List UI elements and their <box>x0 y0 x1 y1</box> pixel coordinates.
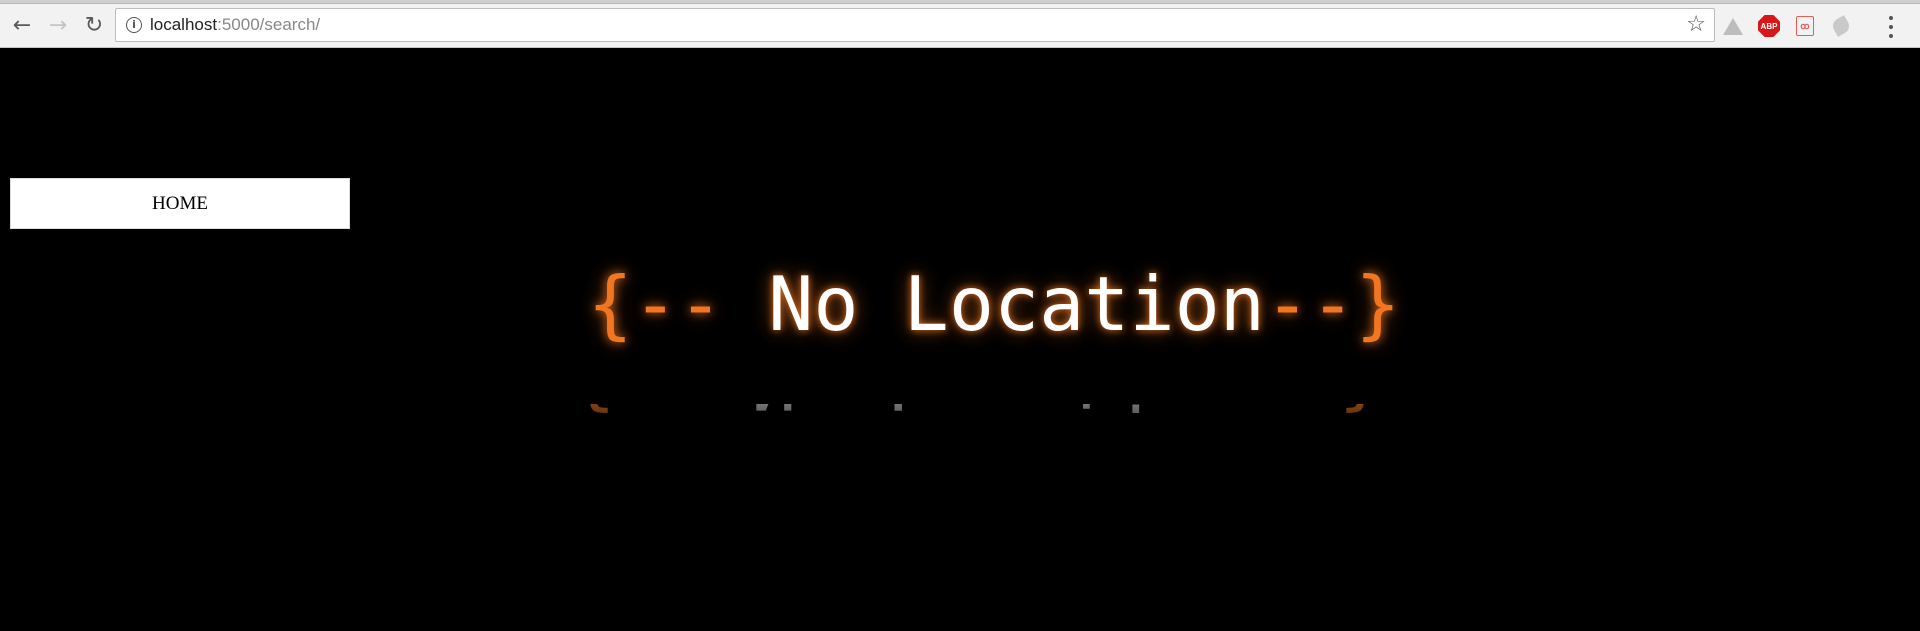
reload-icon: ↻ <box>84 13 104 38</box>
home-button[interactable]: HOME <box>10 178 350 229</box>
headline-open-brace: {-- <box>587 260 724 348</box>
drive-icon <box>1723 17 1743 35</box>
pdf-extension[interactable]: ꝏ <box>1794 15 1816 37</box>
back-arrow-icon: ← <box>12 13 32 38</box>
headline-reflection-text: {-- No Location--} <box>0 404 1920 426</box>
url-host: localhost <box>150 15 218 34</box>
adblock-extension[interactable]: ABP <box>1758 15 1780 37</box>
headline-reflection: {-- No Location--} <box>0 404 1920 454</box>
leaf-extension[interactable] <box>1830 15 1852 37</box>
reload-button[interactable]: ↻ <box>76 8 112 44</box>
bookmark-star-icon[interactable]: ☆ <box>1686 13 1706 37</box>
url-path: :5000/search/ <box>217 15 321 34</box>
reflection-main-text: No Location <box>706 404 1248 426</box>
browser-menu-icon[interactable] <box>1888 16 1894 38</box>
address-bar[interactable]: i localhost:5000/search/ ☆ <box>115 8 1715 42</box>
reflection-close-brace: --} <box>1248 404 1383 426</box>
adblock-plus-icon: ABP <box>1758 15 1780 37</box>
headline-text: No Location <box>723 260 1265 348</box>
info-icon[interactable]: i <box>126 17 142 33</box>
reflection-open-brace: {-- <box>571 404 706 426</box>
extensions-area: ABP ꝏ <box>1722 8 1852 44</box>
back-button[interactable]: ← <box>4 8 40 44</box>
pdf-icon: ꝏ <box>1796 16 1814 36</box>
forward-arrow-icon: → <box>48 13 68 38</box>
drive-extension[interactable] <box>1722 15 1744 37</box>
headline-close-brace: --} <box>1264 260 1401 348</box>
no-location-headline: {-- No Location--} <box>34 264 1920 344</box>
browser-toolbar: ← → ↻ i localhost:5000/search/ ☆ ABP ꝏ <box>0 4 1920 48</box>
leaf-icon <box>1830 15 1852 37</box>
forward-button[interactable]: → <box>40 8 76 44</box>
